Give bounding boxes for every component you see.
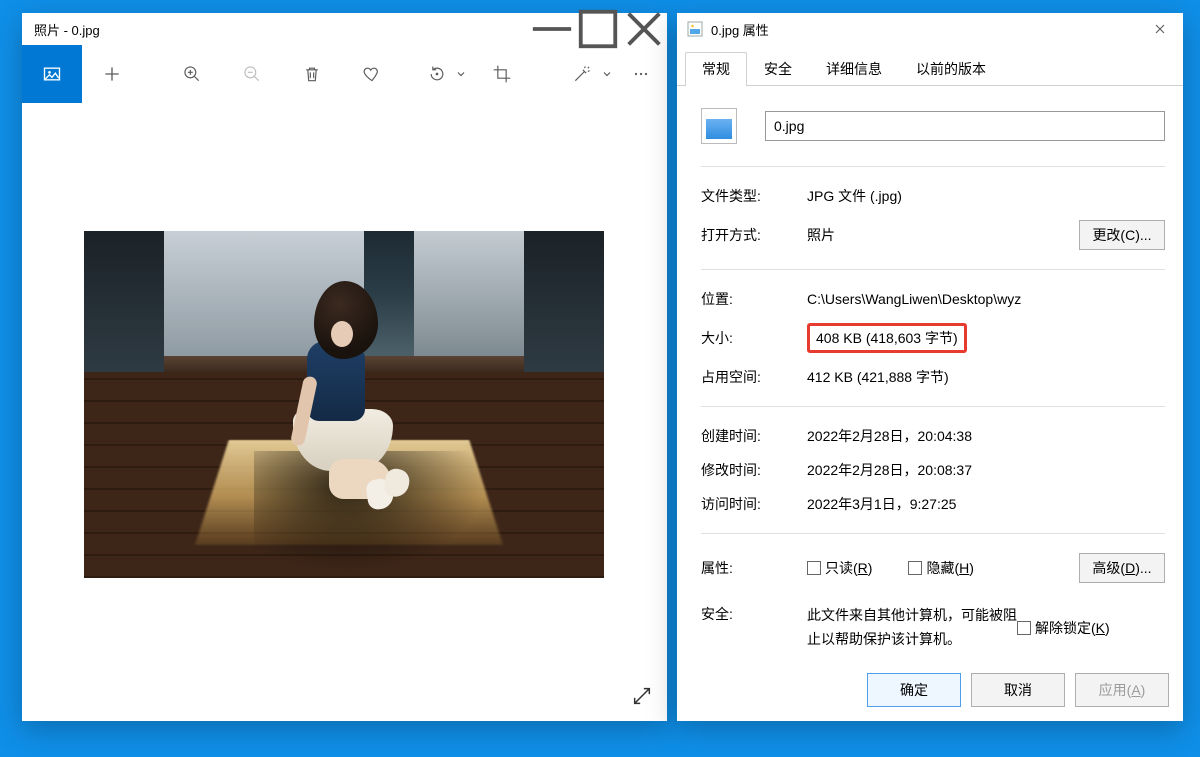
rotate-icon — [427, 64, 447, 84]
checkbox-icon — [1017, 621, 1031, 635]
filetype-value: JPG 文件 (.jpg) — [807, 186, 1165, 206]
delete-tool[interactable] — [282, 45, 342, 103]
size-value-highlighted: 408 KB (418,603 字节) — [807, 323, 967, 353]
crop-tool[interactable] — [472, 45, 532, 103]
favorite-tool[interactable] — [342, 45, 402, 103]
file-icon — [687, 21, 703, 37]
zoom-in-icon — [182, 64, 202, 84]
image-icon — [42, 64, 62, 84]
photos-titlebar[interactable]: 照片 - 0.jpg — [22, 13, 667, 45]
more-tool[interactable] — [618, 45, 664, 103]
close-button[interactable] — [621, 13, 667, 45]
properties-close-button[interactable] — [1137, 13, 1183, 45]
checkbox-icon — [807, 561, 821, 575]
created-value: 2022年2月28日，20:04:38 — [807, 426, 1165, 446]
plus-icon — [102, 64, 122, 84]
security-label: 安全: — [701, 604, 807, 624]
photos-window: 照片 - 0.jpg — [22, 13, 667, 721]
tab-security[interactable]: 安全 — [747, 52, 809, 86]
zoom-in-tool[interactable] — [162, 45, 222, 103]
view-tool[interactable] — [22, 45, 82, 103]
photos-canvas[interactable] — [22, 103, 667, 721]
edit-tool[interactable] — [546, 45, 618, 103]
magic-wand-icon — [572, 64, 592, 84]
chevron-down-icon — [602, 69, 612, 79]
size-on-disk-label: 占用空间: — [701, 367, 807, 387]
cancel-button[interactable]: 取消 — [971, 673, 1065, 707]
filetype-label: 文件类型: — [701, 186, 807, 206]
accessed-label: 访问时间: — [701, 494, 807, 514]
filetype-icon — [701, 108, 737, 144]
properties-content: 0.jpg 文件类型: JPG 文件 (.jpg) 打开方式: 照片 更改(C)… — [677, 86, 1183, 661]
trash-icon — [302, 64, 322, 84]
size-label: 大小: — [701, 328, 807, 348]
hidden-checkbox[interactable]: 隐藏(H) — [908, 558, 973, 578]
readonly-checkbox[interactable]: 只读(R) — [807, 558, 872, 578]
photos-toolbar — [22, 45, 667, 103]
properties-tabs: 常规 安全 详细信息 以前的版本 — [677, 45, 1183, 86]
properties-title: 0.jpg 属性 — [711, 20, 769, 39]
heart-icon — [362, 64, 382, 84]
desktop-background: 照片 - 0.jpg — [0, 0, 1200, 757]
more-icon — [631, 64, 651, 84]
properties-titlebar[interactable]: 0.jpg 属性 — [677, 13, 1183, 45]
attributes-label: 属性: — [701, 558, 807, 578]
created-label: 创建时间: — [701, 426, 807, 446]
tab-general[interactable]: 常规 — [685, 52, 747, 86]
photos-title: 照片 - 0.jpg — [22, 20, 100, 39]
properties-window: 0.jpg 属性 常规 安全 详细信息 以前的版本 0.jpg 文件类型: JP… — [677, 13, 1183, 721]
filename-input[interactable]: 0.jpg — [765, 111, 1165, 141]
accessed-value: 2022年3月1日，9:27:25 — [807, 494, 1165, 514]
close-icon — [1154, 23, 1166, 35]
location-label: 位置: — [701, 289, 807, 309]
minimize-button[interactable] — [529, 13, 575, 45]
ok-button[interactable]: 确定 — [867, 673, 961, 707]
zoom-out-tool[interactable] — [222, 45, 282, 103]
checkbox-icon — [908, 561, 922, 575]
tab-details[interactable]: 详细信息 — [809, 52, 899, 86]
apply-button[interactable]: 应用(A) — [1075, 673, 1169, 707]
location-value: C:\Users\WangLiwen\Desktop\wyz — [807, 291, 1165, 307]
chevron-down-icon — [456, 69, 466, 79]
opens-with-label: 打开方式: — [701, 225, 807, 245]
crop-icon — [492, 64, 512, 84]
displayed-image — [84, 231, 604, 578]
security-note: 此文件来自其他计算机，可能被阻止以帮助保护该计算机。 — [807, 604, 1017, 652]
rotate-tool[interactable] — [402, 45, 472, 103]
size-on-disk-value: 412 KB (421,888 字节) — [807, 367, 1165, 387]
expand-icon[interactable] — [631, 685, 653, 707]
modified-label: 修改时间: — [701, 460, 807, 480]
tab-previous-versions[interactable]: 以前的版本 — [899, 52, 1003, 86]
advanced-button[interactable]: 高级(D)... — [1079, 553, 1165, 583]
change-app-button[interactable]: 更改(C)... — [1079, 220, 1165, 250]
unblock-checkbox[interactable]: 解除锁定(K) — [1017, 618, 1110, 638]
opens-with-value: 照片 — [807, 225, 1079, 245]
properties-footer: 确定 取消 应用(A) — [677, 661, 1183, 721]
maximize-button[interactable] — [575, 13, 621, 45]
modified-value: 2022年2月28日，20:08:37 — [807, 460, 1165, 480]
zoom-out-icon — [242, 64, 262, 84]
add-tool[interactable] — [82, 45, 142, 103]
